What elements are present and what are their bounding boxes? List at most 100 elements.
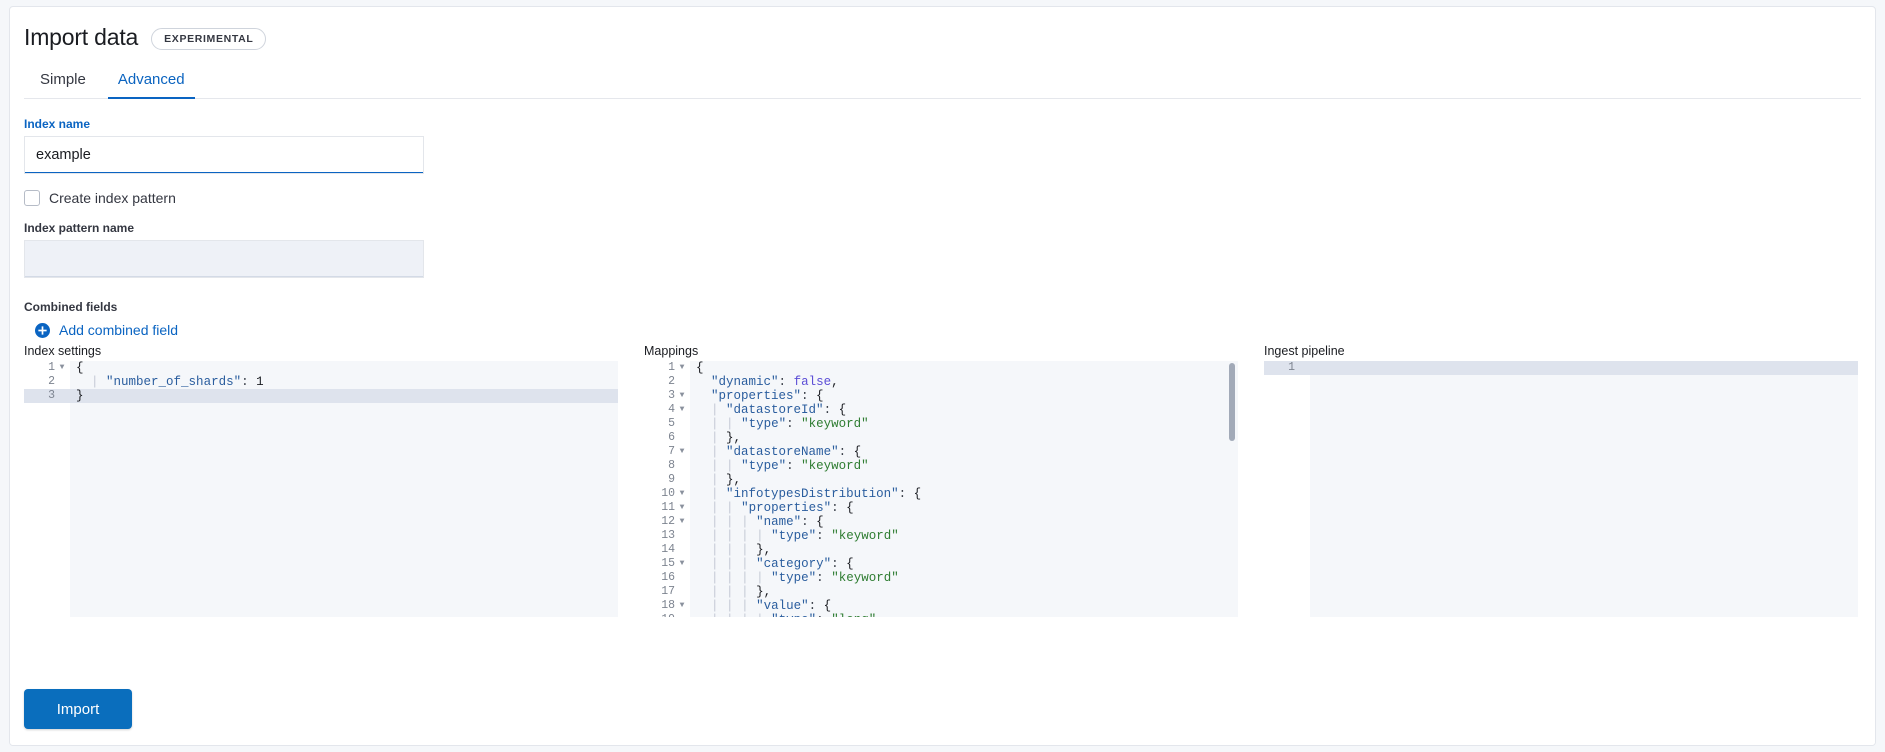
tab-simple[interactable]: Simple xyxy=(24,65,102,99)
editors-row: Index settings 1▼ {2▼ | "number_of_shards… xyxy=(10,344,1875,617)
line-code: | | | | "type": "keyword" xyxy=(711,571,899,585)
code-line: 8▼ | | "type": "keyword" xyxy=(644,459,1238,473)
create-index-pattern-label: Create index pattern xyxy=(49,190,176,206)
line-code: | }, xyxy=(711,431,742,445)
line-number: 6▼ xyxy=(644,431,690,445)
page-header: Import data EXPERIMENTAL xyxy=(10,7,1875,51)
line-code: | | | "name": { xyxy=(711,515,824,529)
line-number: 17▼ xyxy=(644,585,690,599)
experimental-badge: EXPERIMENTAL xyxy=(151,27,267,50)
index-name-input[interactable] xyxy=(24,136,424,174)
line-code: { xyxy=(696,361,704,375)
line-code: | "infotypesDistribution": { xyxy=(711,487,922,501)
code-line: 1 ▼ { xyxy=(24,361,618,375)
line-code: | | "type": "keyword" xyxy=(711,459,869,473)
code-line: 19▼ | | | | "type": "long" xyxy=(644,613,1238,617)
line-code: | | | "value": { xyxy=(711,599,832,613)
mappings-scrollbar[interactable] xyxy=(1229,363,1235,441)
code-line: 6▼ | }, xyxy=(644,431,1238,445)
index-settings-lines: 1▼{2▼ | "number_of_shards": 13▼} xyxy=(24,361,618,403)
line-number: 3▼ xyxy=(644,389,690,403)
index-settings-editor[interactable]: 1▼{2▼ | "number_of_shards": 13▼} xyxy=(24,361,618,617)
line-number: 1▼ xyxy=(644,361,690,375)
line-number: 11 ▼ xyxy=(644,501,690,515)
ingest-pipeline-lines: 1▼ xyxy=(1264,361,1858,375)
line-number: 1▼ xyxy=(24,361,70,375)
code-line: 1 ▼ { xyxy=(644,361,1238,375)
line-number: 4 ▼ xyxy=(644,403,690,417)
line-code: | | | }, xyxy=(711,543,772,557)
plus-circle-icon xyxy=(35,322,50,338)
index-name-label: Index name xyxy=(24,117,91,131)
code-line: 1▼ xyxy=(1264,361,1858,375)
line-code: } xyxy=(76,389,84,403)
code-line: 17▼ | | | }, xyxy=(644,585,1238,599)
line-number: 14▼ xyxy=(644,543,690,557)
mappings-lines: 1▼{2▼ "dynamic": false,3▼ "properties": … xyxy=(644,361,1238,617)
code-line: 3 ▼ "properties": { xyxy=(644,389,1238,403)
tab-advanced[interactable]: Advanced xyxy=(102,65,201,99)
code-line: 2▼ "dynamic": false, xyxy=(644,375,1238,389)
code-line: 15 ▼ | | | "category": { xyxy=(644,557,1238,571)
tab-bar: Simple Advanced xyxy=(10,65,1875,99)
line-number: 19▼ xyxy=(644,613,690,617)
line-number: 5▼ xyxy=(644,417,690,431)
mappings-editor[interactable]: 1▼{2▼ "dynamic": false,3▼ "properties": … xyxy=(644,361,1238,617)
index-settings-title: Index settings xyxy=(24,344,102,358)
code-line: 5▼ | | "type": "keyword" xyxy=(644,417,1238,431)
ingest-pipeline-gutter xyxy=(1264,361,1310,617)
index-settings-column: Index settings 1▼ {2▼ | "number_of_shards… xyxy=(24,344,644,617)
code-line: 4 ▼ | "datastoreId": { xyxy=(644,403,1238,417)
code-line: 11 ▼ | | "properties": { xyxy=(644,501,1238,515)
line-number: 2▼ xyxy=(24,375,70,389)
ingest-pipeline-column: Ingest pipeline 1▼ xyxy=(1264,344,1875,617)
code-line: 7 ▼ | "datastoreName": { xyxy=(644,445,1238,459)
line-code: | "datastoreName": { xyxy=(711,445,862,459)
line-code: | | | "category": { xyxy=(711,557,854,571)
line-number: 10 ▼ xyxy=(644,487,690,501)
code-line: 3▼} xyxy=(24,389,618,403)
line-number: 7 ▼ xyxy=(644,445,690,459)
page-title: Import data xyxy=(24,24,139,50)
line-number: 12 ▼ xyxy=(644,515,690,529)
line-code: | "number_of_shards": 1 xyxy=(91,375,264,389)
line-number: 8▼ xyxy=(644,459,690,473)
index-pattern-name-label: Index pattern name xyxy=(24,221,135,235)
line-number: 3▼ xyxy=(24,389,70,403)
footer-bar: Import xyxy=(10,673,1875,745)
line-code: | }, xyxy=(711,473,742,487)
line-code: "properties": { xyxy=(711,389,824,403)
add-combined-field-label: Add combined field xyxy=(59,322,179,338)
line-code: | | "properties": { xyxy=(711,501,854,515)
import-button[interactable]: Import xyxy=(24,689,132,729)
line-code: | | | | "type": "long" xyxy=(690,613,876,617)
ingest-pipeline-editor[interactable]: 1▼ xyxy=(1264,361,1858,617)
code-line: 14▼ | | | }, xyxy=(644,543,1238,557)
line-code: | | | | "type": "keyword" xyxy=(711,529,899,543)
combined-fields-label: Combined fields xyxy=(24,300,118,314)
mappings-title: Mappings xyxy=(644,344,699,358)
code-line: 18 ▼ | | | "value": { xyxy=(644,599,1238,613)
line-code: "dynamic": false, xyxy=(711,375,839,389)
line-number: 15 ▼ xyxy=(644,557,690,571)
create-index-pattern-checkbox[interactable] xyxy=(24,190,40,206)
line-number: 1▼ xyxy=(1264,361,1310,375)
line-number: 13▼ xyxy=(644,529,690,543)
code-line: 10 ▼ | "infotypesDistribution": { xyxy=(644,487,1238,501)
create-index-pattern-row[interactable]: Create index pattern xyxy=(24,190,1861,206)
add-combined-field-button[interactable]: Add combined field xyxy=(24,322,178,338)
code-line: 13▼ | | | | "type": "keyword" xyxy=(644,529,1238,543)
index-pattern-name-input[interactable] xyxy=(24,240,424,278)
line-code: | | "type": "keyword" xyxy=(711,417,869,431)
line-code: { xyxy=(76,361,84,375)
line-number: 2▼ xyxy=(644,375,690,389)
line-code: | | | }, xyxy=(711,585,772,599)
advanced-form: Index name Create index pattern Index pa… xyxy=(10,99,1875,338)
line-number: 16▼ xyxy=(644,571,690,585)
code-line: 16▼ | | | | "type": "keyword" xyxy=(644,571,1238,585)
line-number: 9▼ xyxy=(644,473,690,487)
line-number: 18 ▼ xyxy=(644,599,690,613)
ingest-pipeline-title: Ingest pipeline xyxy=(1264,344,1345,358)
code-line: 2▼ | "number_of_shards": 1 xyxy=(24,375,618,389)
line-code: | "datastoreId": { xyxy=(711,403,847,417)
